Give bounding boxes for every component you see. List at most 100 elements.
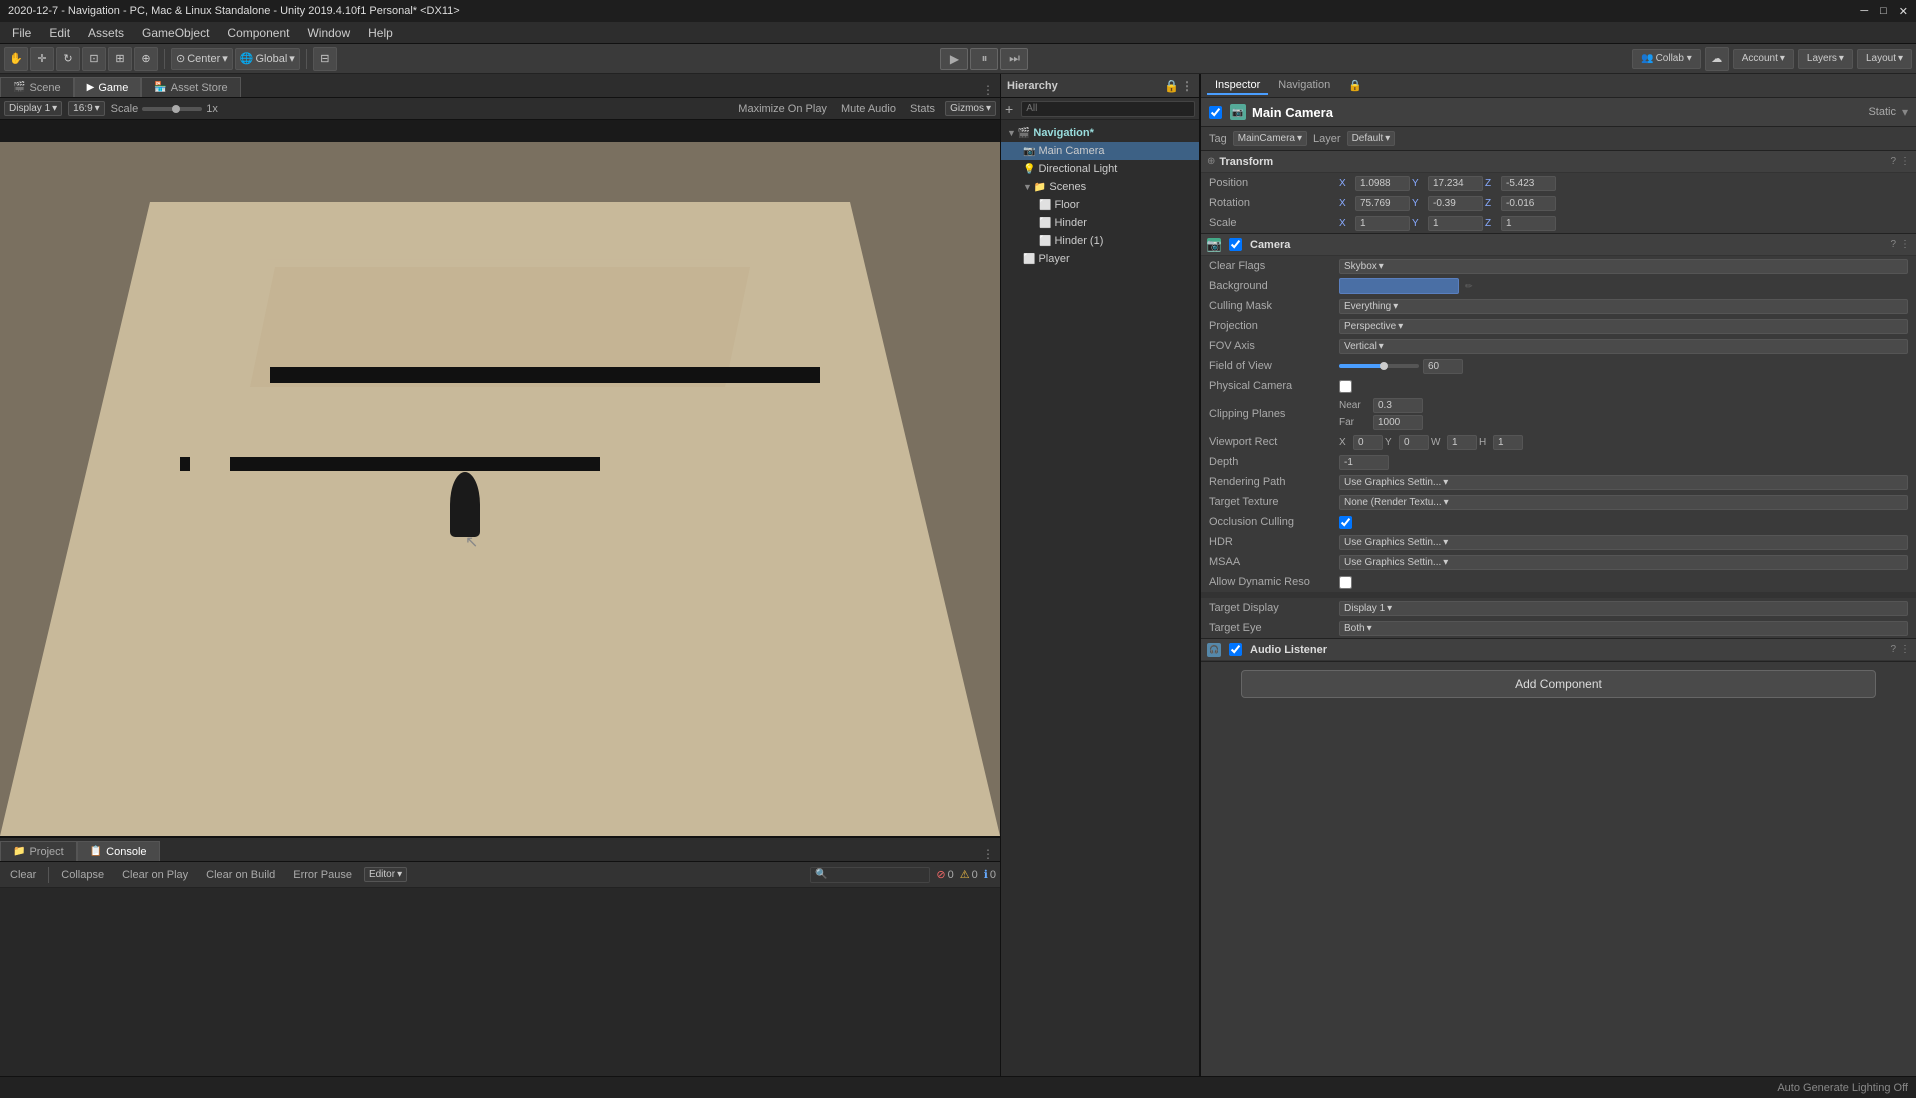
tab-game[interactable]: ▶ Game: [74, 77, 142, 97]
hier-scenes[interactable]: ▼ 📁 Scenes: [1001, 178, 1199, 196]
camera-enabled[interactable]: [1229, 238, 1242, 251]
near-value[interactable]: [1373, 398, 1423, 413]
layers-button[interactable]: Layers ▾: [1798, 49, 1853, 69]
tab-asset-store[interactable]: 🏪 Asset Store: [141, 77, 240, 97]
hier-floor[interactable]: ⬜ Floor: [1001, 196, 1199, 214]
rotation-z[interactable]: [1501, 196, 1556, 211]
hdr-dropdown[interactable]: Use Graphics Settin... ▾: [1339, 535, 1908, 550]
layout-button[interactable]: Layout ▾: [1857, 49, 1912, 69]
audio-listener-header[interactable]: 🎧 Audio Listener ? ⋮: [1201, 639, 1916, 661]
menu-file[interactable]: File: [4, 24, 39, 42]
msaa-dropdown[interactable]: Use Graphics Settin... ▾: [1339, 555, 1908, 570]
menu-component[interactable]: Component: [219, 24, 297, 42]
inspector-lock[interactable]: 🔒: [1348, 79, 1362, 92]
collab-button[interactable]: 👥 Collab ▾: [1632, 49, 1701, 69]
console-more-btn[interactable]: ⋮: [976, 847, 1000, 861]
minimize-btn[interactable]: ─: [1860, 5, 1868, 18]
viewport-more-btn[interactable]: ⋮: [976, 83, 1000, 97]
stats-btn[interactable]: Stats: [906, 103, 939, 115]
hier-player[interactable]: ⬜ Player: [1001, 250, 1199, 268]
clear-flags-dropdown[interactable]: Skybox ▾: [1339, 259, 1908, 274]
scale-z[interactable]: [1501, 216, 1556, 231]
target-display-dropdown[interactable]: Display 1 ▾: [1339, 601, 1908, 616]
mute-btn[interactable]: Mute Audio: [837, 103, 900, 115]
aspect-dropdown[interactable]: 16:9 ▾: [68, 101, 105, 116]
object-active-toggle[interactable]: [1209, 106, 1222, 119]
vp-y[interactable]: [1399, 435, 1429, 450]
rendering-path-dropdown[interactable]: Use Graphics Settin... ▾: [1339, 475, 1908, 490]
tool-transform[interactable]: ⊕: [134, 47, 158, 71]
vp-x[interactable]: [1353, 435, 1383, 450]
target-texture-dropdown[interactable]: None (Render Textu... ▾: [1339, 495, 1908, 510]
display-dropdown[interactable]: Display 1 ▾: [4, 101, 62, 116]
position-z[interactable]: [1501, 176, 1556, 191]
add-component-button[interactable]: Add Component: [1241, 670, 1876, 698]
camera-header[interactable]: 📷 Camera ? ⋮: [1201, 234, 1916, 256]
transform-settings[interactable]: ⋮: [1900, 156, 1910, 167]
layer-dropdown[interactable]: Default ▾: [1347, 131, 1396, 146]
tool-move[interactable]: ✛: [30, 47, 54, 71]
error-pause-btn[interactable]: Error Pause: [287, 867, 358, 883]
position-x[interactable]: [1355, 176, 1410, 191]
menu-window[interactable]: Window: [299, 24, 358, 42]
hier-main-camera[interactable]: 📷 Main Camera: [1001, 142, 1199, 160]
physical-camera-toggle[interactable]: [1339, 380, 1352, 393]
scale-y[interactable]: [1428, 216, 1483, 231]
collapse-btn[interactable]: Collapse: [55, 867, 110, 883]
vp-h[interactable]: [1493, 435, 1523, 450]
hier-hinder-1[interactable]: ⬜ Hinder (1): [1001, 232, 1199, 250]
tool-rect[interactable]: ⊞: [108, 47, 132, 71]
audio-help[interactable]: ?: [1890, 644, 1896, 655]
hier-navigation[interactable]: ▼ 🎬 Navigation*: [1001, 124, 1199, 142]
depth-value[interactable]: [1339, 455, 1389, 470]
fov-axis-dropdown[interactable]: Vertical ▾: [1339, 339, 1908, 354]
tool-hand[interactable]: ✋: [4, 47, 28, 71]
maximize-btn[interactable]: □: [1880, 5, 1887, 18]
transform-help[interactable]: ?: [1890, 156, 1896, 167]
audio-enabled[interactable]: [1229, 643, 1242, 656]
editor-dropdown[interactable]: Editor ▾: [364, 867, 407, 882]
pivot-dropdown[interactable]: ⊙ Center ▾: [171, 48, 233, 70]
object-name[interactable]: Main Camera: [1252, 105, 1862, 120]
hierarchy-more[interactable]: ⋮: [1181, 79, 1193, 93]
step-button[interactable]: ⏭: [1000, 48, 1028, 70]
tab-inspector[interactable]: Inspector: [1207, 77, 1268, 95]
pause-button[interactable]: ⏸: [970, 48, 998, 70]
projection-dropdown[interactable]: Perspective ▾: [1339, 319, 1908, 334]
close-btn[interactable]: ✕: [1899, 5, 1908, 18]
far-value[interactable]: [1373, 415, 1423, 430]
tab-scene[interactable]: 🎬 Scene: [0, 77, 74, 97]
hier-directional-light[interactable]: 💡 Directional Light: [1001, 160, 1199, 178]
clear-on-build-btn[interactable]: Clear on Build: [200, 867, 281, 883]
clear-btn[interactable]: Clear: [4, 867, 42, 883]
account-button[interactable]: Account ▾: [1733, 49, 1794, 69]
fov-slider[interactable]: [1339, 364, 1419, 368]
clear-on-play-btn[interactable]: Clear on Play: [116, 867, 194, 883]
maximize-btn[interactable]: Maximize On Play: [734, 103, 831, 115]
audio-settings[interactable]: ⋮: [1900, 644, 1910, 655]
menu-assets[interactable]: Assets: [80, 24, 132, 42]
cloud-button[interactable]: ☁: [1705, 47, 1729, 71]
gizmos-dropdown[interactable]: Gizmos ▾: [945, 101, 996, 116]
target-eye-dropdown[interactable]: Both ▾: [1339, 621, 1908, 636]
tab-console[interactable]: 📋 Console: [77, 841, 160, 861]
static-arrow[interactable]: ▾: [1902, 105, 1908, 119]
rotation-x[interactable]: [1355, 196, 1410, 211]
transform-header[interactable]: ⊕ Transform ? ⋮: [1201, 151, 1916, 173]
hierarchy-add-btn[interactable]: +: [1005, 101, 1013, 117]
dynamic-toggle[interactable]: [1339, 576, 1352, 589]
tag-dropdown[interactable]: MainCamera ▾: [1233, 131, 1307, 146]
position-y[interactable]: [1428, 176, 1483, 191]
tab-project[interactable]: 📁 Project: [0, 841, 77, 861]
fov-value[interactable]: [1423, 359, 1463, 374]
hierarchy-lock[interactable]: 🔒: [1164, 79, 1179, 93]
culling-mask-dropdown[interactable]: Everything ▾: [1339, 299, 1908, 314]
tool-scale[interactable]: ⊡: [82, 47, 106, 71]
background-color[interactable]: [1339, 278, 1459, 294]
scale-x[interactable]: [1355, 216, 1410, 231]
rotation-y[interactable]: [1428, 196, 1483, 211]
menu-edit[interactable]: Edit: [41, 24, 78, 42]
camera-help[interactable]: ?: [1890, 239, 1896, 250]
snap-btn[interactable]: ⊟: [313, 47, 337, 71]
camera-settings[interactable]: ⋮: [1900, 239, 1910, 250]
